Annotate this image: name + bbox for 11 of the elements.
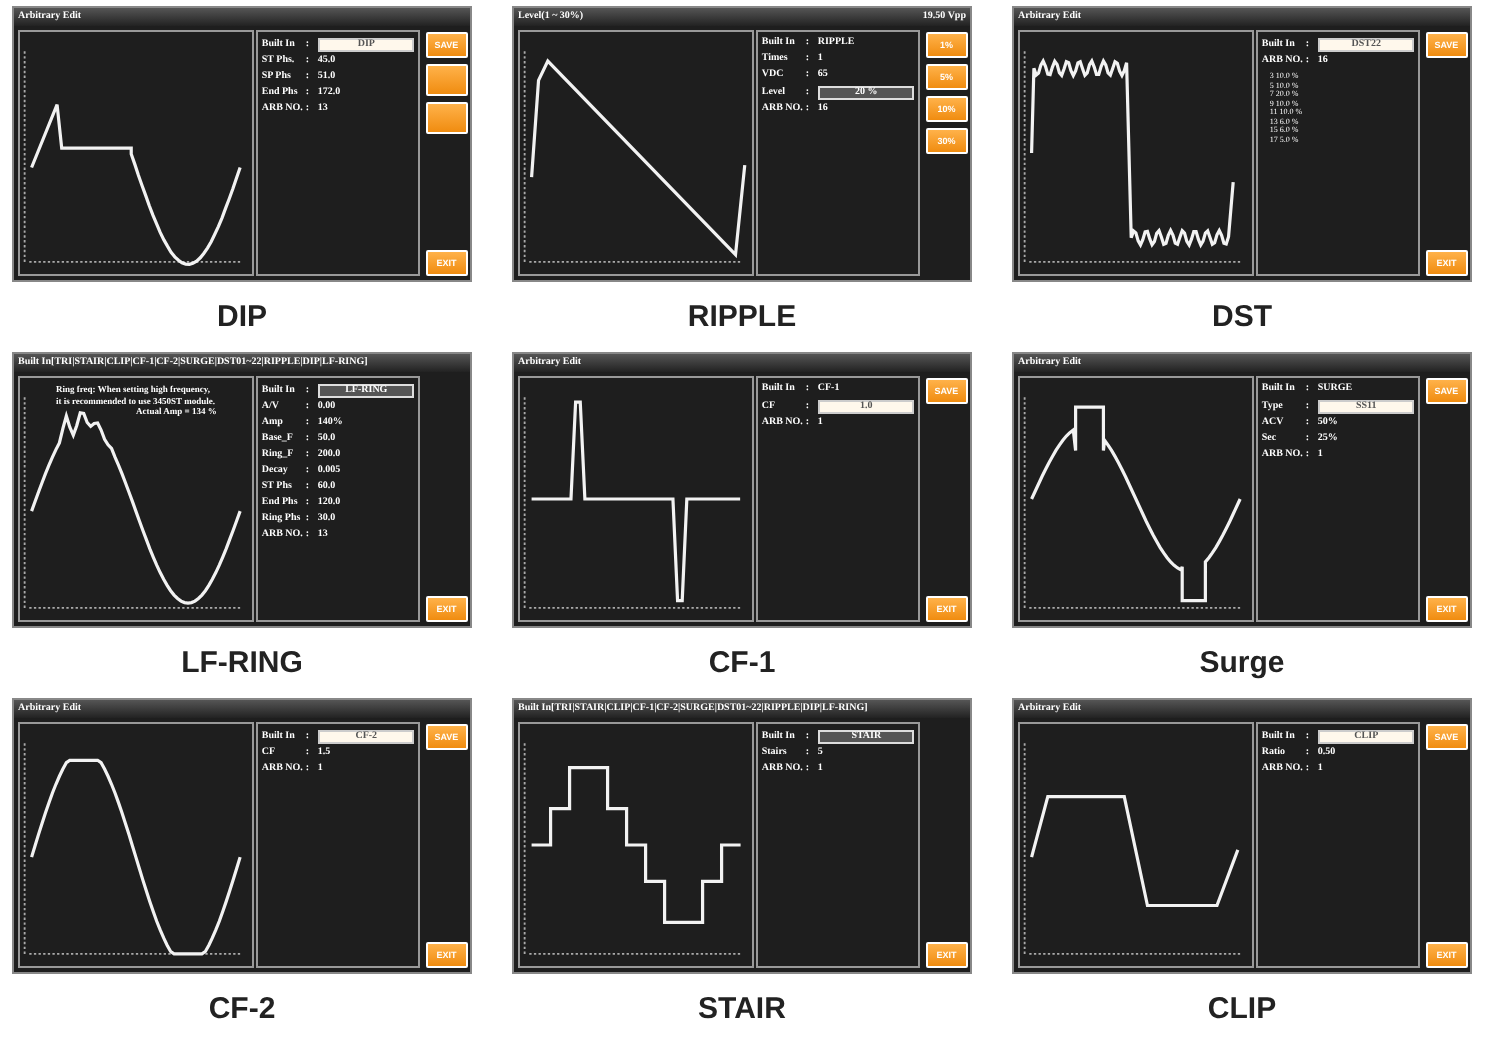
soft-key-button[interactable] <box>425 102 468 134</box>
waveform-caption: RIPPLE <box>685 300 799 336</box>
waveform-caption: STAIR <box>696 992 788 1028</box>
waveform-caption: DST <box>1210 300 1274 336</box>
waveform-caption: Surge <box>1197 646 1287 682</box>
waveform-caption: LF-RING <box>179 646 305 682</box>
waveform-caption: CLIP <box>1205 992 1279 1028</box>
waveform-caption: CF-2 <box>206 992 278 1028</box>
waveform-caption: DIP <box>214 300 269 336</box>
soft-key-button[interactable] <box>425 64 468 96</box>
waveform-caption: CF-1 <box>706 646 778 682</box>
